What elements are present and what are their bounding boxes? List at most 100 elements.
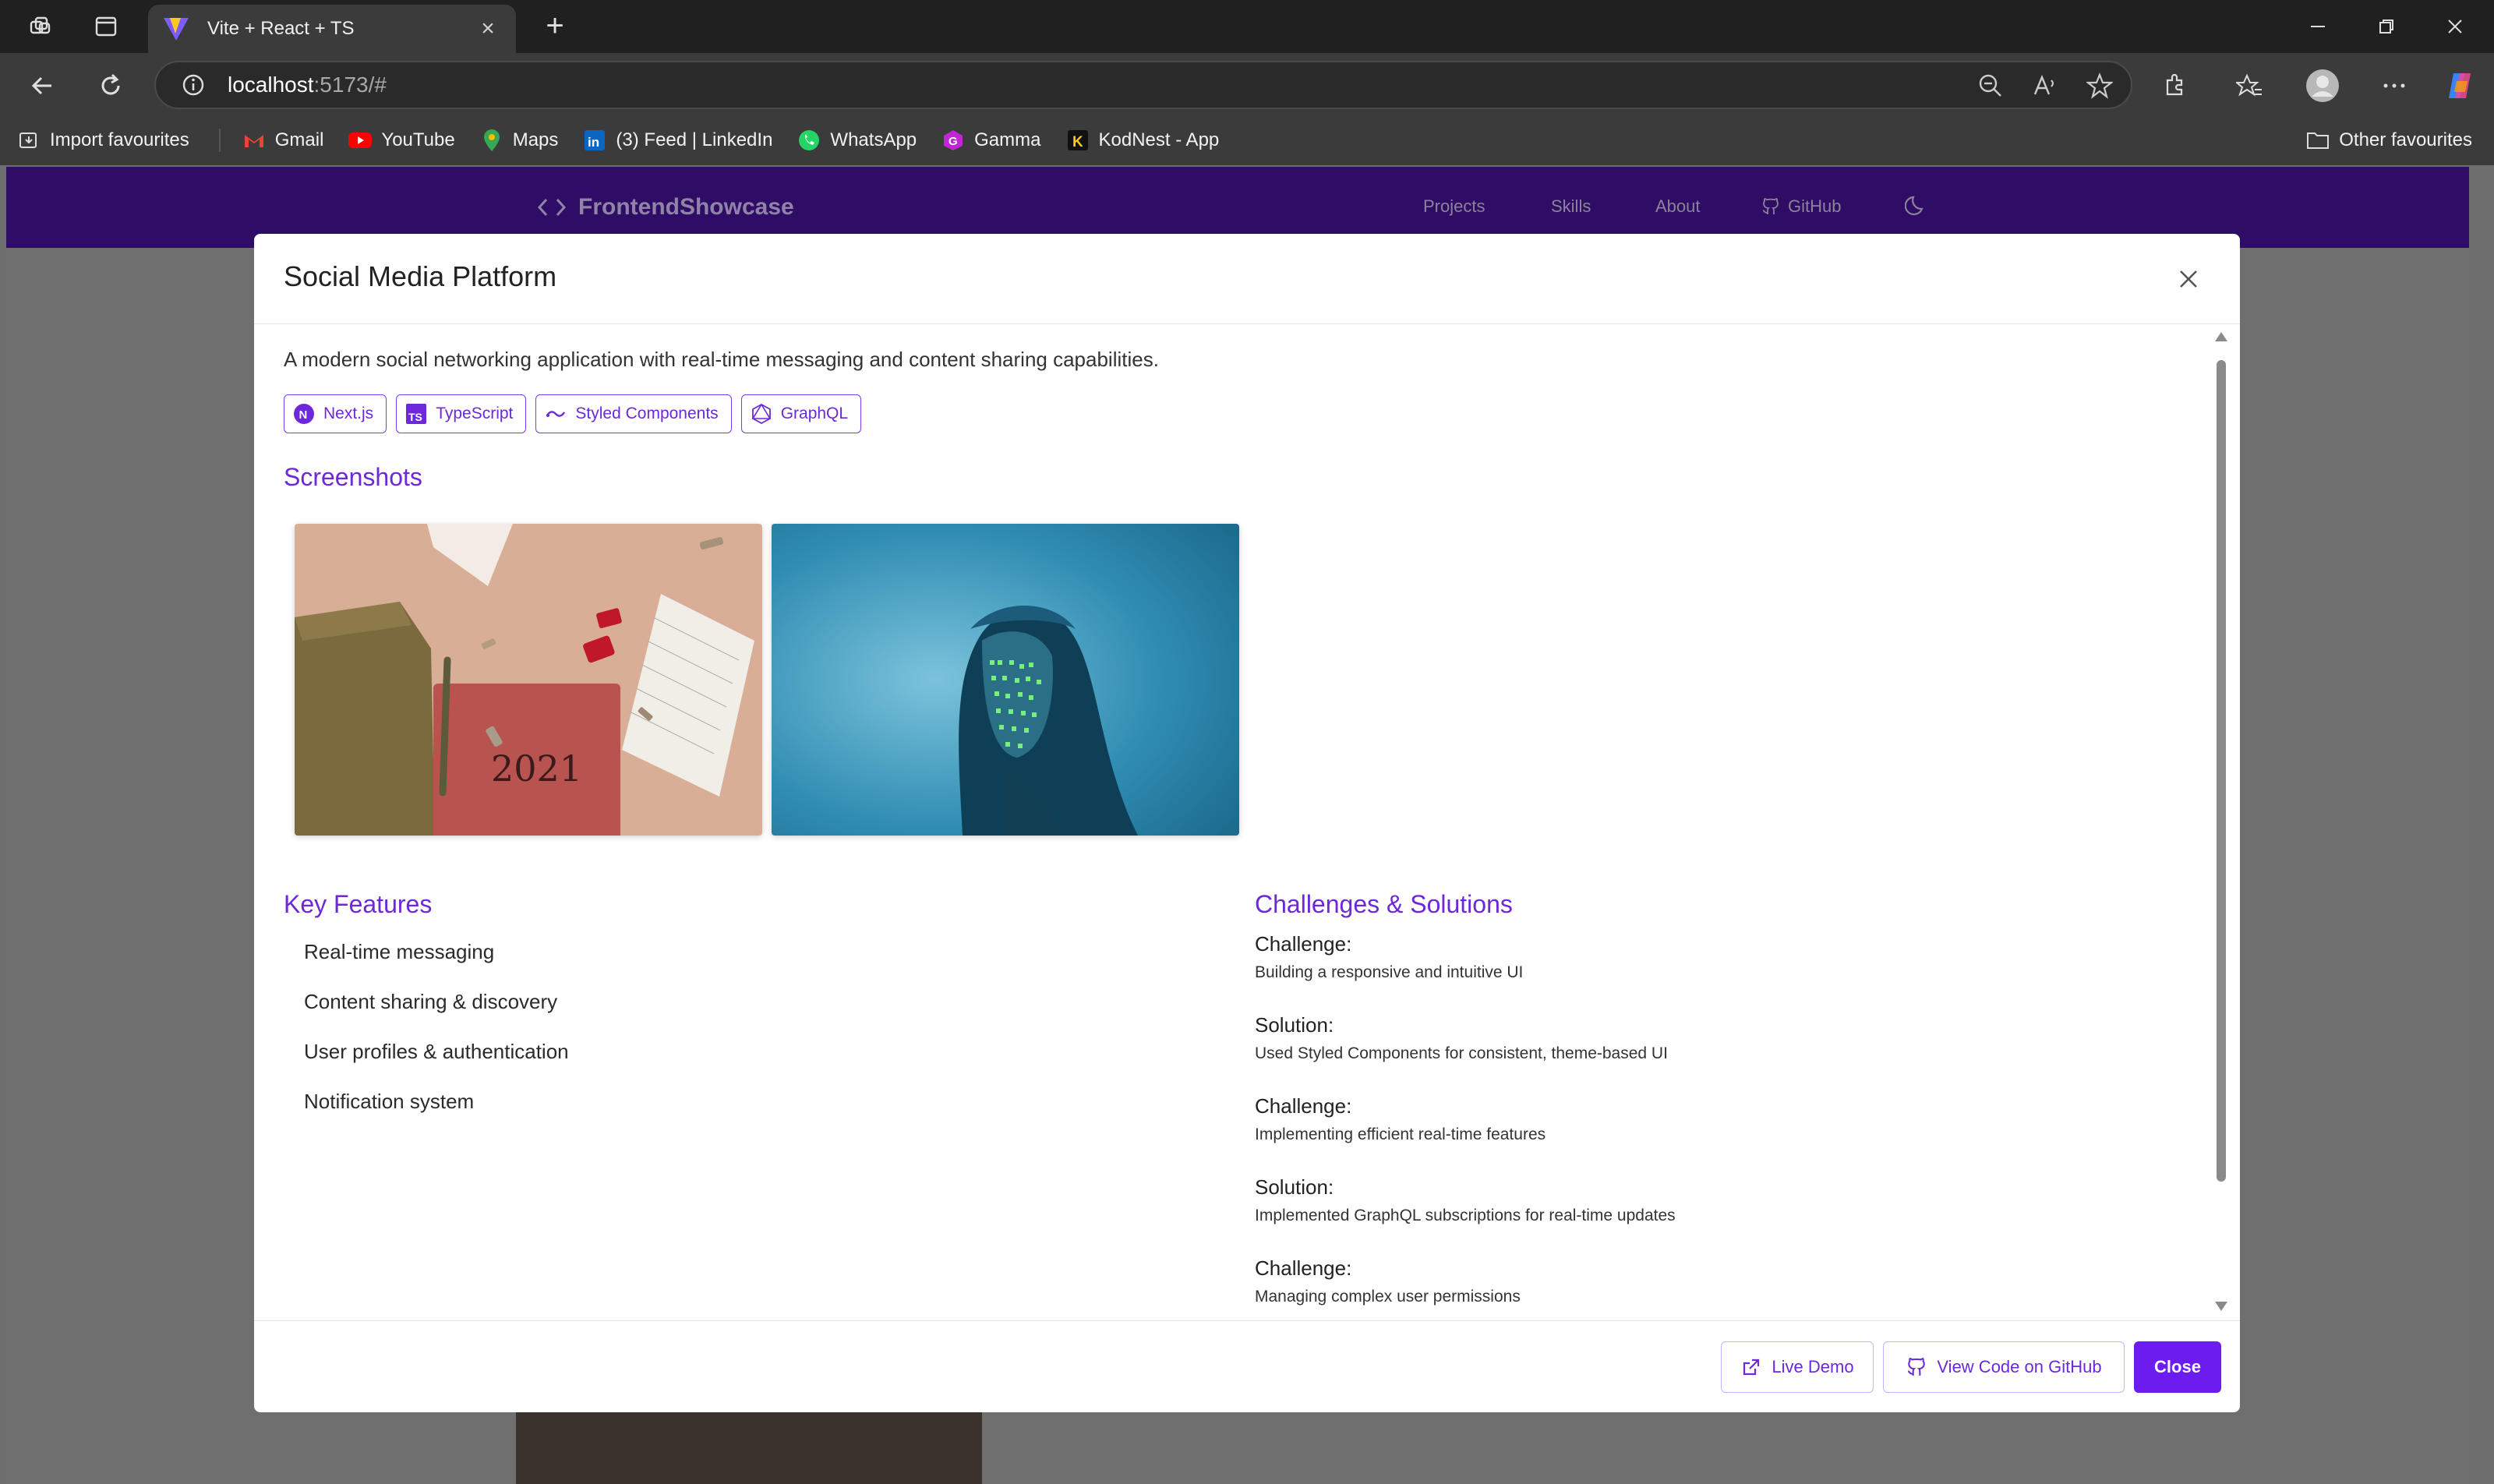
copilot-icon[interactable] bbox=[2443, 69, 2477, 103]
nextjs-icon: N bbox=[292, 402, 316, 426]
gmail-icon bbox=[242, 129, 266, 152]
challenge-text: Implementing efficient real-time feature… bbox=[1255, 1125, 1546, 1143]
solution-label: Solution: bbox=[1255, 1013, 1334, 1037]
nav-github[interactable]: GitHub bbox=[1761, 196, 1841, 217]
nav-projects[interactable]: Projects bbox=[1423, 196, 1485, 217]
github-icon bbox=[1906, 1356, 1927, 1378]
tech-chip-styled-components: Styled Components bbox=[535, 394, 732, 433]
project-modal: Social Media Platform A modern social ne… bbox=[254, 234, 2240, 1412]
vite-favicon-icon bbox=[164, 18, 189, 41]
graphql-icon bbox=[750, 402, 773, 426]
zoom-out-icon[interactable] bbox=[1975, 69, 2006, 103]
url-text[interactable]: localhost:5173/# bbox=[228, 72, 387, 97]
profile-avatar-icon[interactable] bbox=[2305, 69, 2340, 103]
tab-close-icon[interactable]: × bbox=[474, 16, 502, 42]
bookmark-maps[interactable]: Maps bbox=[480, 115, 558, 165]
tech-chip-typescript: TS TypeScript bbox=[396, 394, 527, 433]
screenshot-notebook[interactable]: 2021 bbox=[295, 524, 762, 836]
bookmarks-bar: Import favourites Gmail YouTube Maps in … bbox=[0, 115, 2494, 165]
typescript-icon: TS bbox=[404, 402, 428, 426]
import-icon bbox=[17, 129, 41, 152]
notebook-year-text: 2021 bbox=[491, 747, 582, 790]
modal-body[interactable]: A modern social networking application w… bbox=[254, 324, 2240, 1320]
site-info-icon[interactable] bbox=[178, 69, 209, 101]
active-tab[interactable]: Vite + React + TS × bbox=[148, 5, 516, 53]
challenges-heading: Challenges & Solutions bbox=[1255, 890, 1513, 918]
background-project-card bbox=[516, 1406, 982, 1484]
vertical-tabs-icon[interactable] bbox=[90, 11, 122, 42]
bookmark-divider bbox=[218, 129, 221, 152]
bookmark-kodnest[interactable]: K KodNest - App bbox=[1066, 115, 1219, 165]
close-window-icon[interactable] bbox=[2432, 11, 2478, 42]
app-logo[interactable]: FrontendShowcase bbox=[536, 192, 794, 223]
folder-icon bbox=[2306, 129, 2330, 152]
feature-item: Notification system bbox=[304, 1090, 475, 1113]
scroll-up-arrow-icon[interactable] bbox=[2215, 332, 2227, 341]
refresh-icon[interactable] bbox=[94, 69, 128, 103]
new-tab-icon[interactable]: + bbox=[538, 10, 572, 42]
scrollbar-thumb[interactable] bbox=[2217, 360, 2226, 1182]
scroll-down-arrow-icon[interactable] bbox=[2215, 1302, 2227, 1311]
bookmark-other-favourites[interactable]: Other favourites bbox=[2306, 115, 2472, 165]
close-icon[interactable] bbox=[2171, 262, 2206, 296]
kodnest-icon: K bbox=[1066, 129, 1090, 152]
feature-item: User profiles & authentication bbox=[304, 1040, 569, 1063]
live-demo-button[interactable]: Live Demo bbox=[1721, 1341, 1874, 1393]
external-link-icon bbox=[1740, 1356, 1762, 1378]
linkedin-icon: in bbox=[583, 129, 606, 152]
maps-pin-icon bbox=[480, 129, 503, 152]
bookmark-linkedin[interactable]: in (3) Feed | LinkedIn bbox=[583, 115, 772, 165]
tech-chip-nextjs: N Next.js bbox=[284, 394, 387, 433]
address-bar-row: localhost:5173/# bbox=[0, 53, 2494, 115]
github-icon bbox=[1761, 197, 1780, 216]
solution-label: Solution: bbox=[1255, 1175, 1334, 1199]
theme-toggle-moon-icon[interactable] bbox=[1905, 193, 1928, 217]
modal-title: Social Media Platform bbox=[284, 260, 557, 292]
address-bar[interactable]: localhost:5173/# bbox=[154, 61, 2132, 109]
more-menu-icon[interactable] bbox=[2377, 69, 2411, 103]
tech-chips: N Next.js TS TypeScript Styled Component… bbox=[284, 394, 862, 433]
minimize-icon[interactable] bbox=[2294, 11, 2341, 42]
bookmark-whatsapp[interactable]: WhatsApp bbox=[797, 115, 917, 165]
svg-text:G: G bbox=[948, 135, 958, 148]
solution-text: Used Styled Components for consistent, t… bbox=[1255, 1044, 1668, 1062]
svg-text:TS: TS bbox=[408, 411, 422, 423]
challenge-label: Challenge: bbox=[1255, 1094, 1352, 1118]
bookmark-import-favourites[interactable]: Import favourites bbox=[17, 115, 189, 165]
svg-text:K: K bbox=[1072, 134, 1083, 150]
extensions-icon[interactable] bbox=[2157, 69, 2192, 103]
svg-text:N: N bbox=[299, 408, 308, 422]
view-github-button[interactable]: View Code on GitHub bbox=[1883, 1341, 2125, 1393]
workspaces-icon[interactable] bbox=[25, 11, 56, 42]
nav-about[interactable]: About bbox=[1655, 196, 1701, 217]
bookmark-gamma[interactable]: G Gamma bbox=[941, 115, 1041, 165]
favorites-icon[interactable] bbox=[2232, 69, 2266, 103]
challenge-text: Managing complex user permissions bbox=[1255, 1288, 1521, 1306]
modal-header: Social Media Platform bbox=[254, 234, 2240, 324]
browser-tab-bar: Vite + React + TS × + bbox=[0, 0, 2494, 53]
solution-text: Implemented GraphQL subscriptions for re… bbox=[1255, 1207, 1676, 1224]
code-brackets-icon bbox=[536, 192, 567, 223]
tab-title: Vite + React + TS bbox=[207, 18, 355, 39]
close-button[interactable]: Close bbox=[2134, 1341, 2221, 1393]
back-icon[interactable] bbox=[25, 69, 59, 103]
gamma-icon: G bbox=[941, 129, 965, 152]
svg-text:in: in bbox=[588, 135, 599, 150]
modal-footer: Live Demo View Code on GitHub Close bbox=[254, 1320, 2240, 1412]
challenge-label: Challenge: bbox=[1255, 1256, 1352, 1280]
key-features-heading: Key Features bbox=[284, 890, 433, 918]
modal-scrollbar[interactable] bbox=[2213, 332, 2229, 1311]
feature-item: Real-time messaging bbox=[304, 940, 495, 963]
youtube-icon bbox=[348, 129, 373, 152]
read-aloud-icon[interactable] bbox=[2029, 69, 2061, 103]
bookmark-gmail[interactable]: Gmail bbox=[242, 115, 323, 165]
nav-skills[interactable]: Skills bbox=[1551, 196, 1591, 217]
styled-components-icon bbox=[544, 402, 567, 426]
challenge-label: Challenge: bbox=[1255, 932, 1352, 956]
bookmark-youtube[interactable]: YouTube bbox=[348, 115, 455, 165]
project-description: A modern social networking application w… bbox=[284, 348, 1159, 371]
screenshot-code-face[interactable] bbox=[772, 524, 1239, 836]
favorite-star-icon[interactable] bbox=[2084, 69, 2115, 103]
whatsapp-icon bbox=[797, 129, 821, 152]
restore-icon[interactable] bbox=[2363, 11, 2410, 42]
